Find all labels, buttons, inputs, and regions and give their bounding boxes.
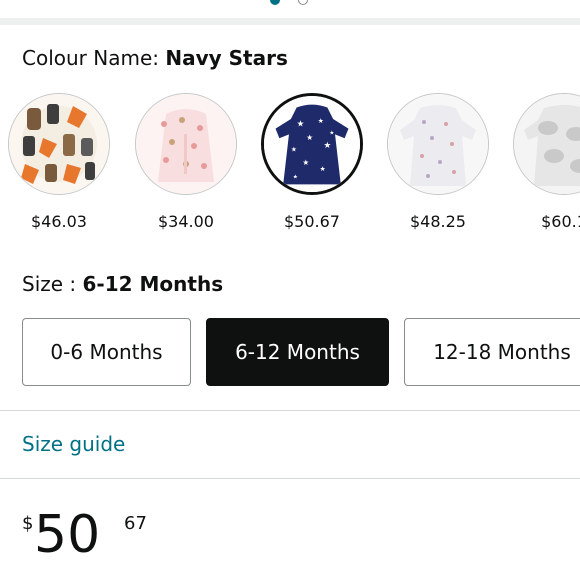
size-option-label: 0-6 Months: [50, 340, 163, 364]
grey-elephants-pattern-icon: [514, 94, 580, 194]
white-pattern-icon: [388, 94, 488, 194]
colour-swatch-price: $48.25: [410, 212, 466, 231]
colour-swatch-navy-stars[interactable]: ★ ★ ★ ★ ★ ★ ★ ★ ★: [261, 93, 363, 195]
price-currency-symbol: $: [22, 513, 34, 534]
size-option-6-12-months[interactable]: 6-12 Months: [206, 318, 389, 386]
size-option-label: 6-12 Months: [235, 340, 360, 364]
divider: [0, 410, 580, 411]
svg-text:★: ★: [293, 174, 298, 181]
svg-text:★: ★: [329, 129, 334, 136]
svg-text:★: ★: [318, 117, 324, 125]
size-option-label: 12-18 Months: [433, 340, 571, 364]
price-fraction: 67: [124, 513, 147, 534]
colour-swatch-white-pattern[interactable]: [387, 93, 489, 195]
svg-text:★: ★: [291, 146, 297, 154]
colour-swatch-woodland-animals[interactable]: [8, 93, 110, 195]
colour-swatch-grey-elephants[interactable]: [513, 93, 580, 195]
svg-text:★: ★: [302, 158, 309, 167]
svg-text:★: ★: [324, 141, 332, 151]
image-carousel-dots: [0, 0, 580, 7]
carousel-dot-active[interactable]: [270, 0, 280, 5]
size-option-12-18-months[interactable]: 12-18 Months: [404, 318, 580, 386]
colour-name-value: Navy Stars: [165, 46, 288, 70]
svg-text:★: ★: [320, 165, 326, 173]
price-whole: 50: [34, 505, 101, 565]
colour-swatch-pink-pattern[interactable]: [135, 93, 237, 195]
colour-swatch-price: $34.00: [158, 212, 214, 231]
carousel-dot[interactable]: [298, 0, 308, 5]
product-options-page: Colour Name: Navy Stars $46.03 $34.00 ★ …: [0, 0, 580, 580]
divider: [0, 478, 580, 479]
colour-swatch-price: $46.03: [31, 212, 87, 231]
size-label: Size :: [22, 272, 83, 296]
svg-text:★: ★: [306, 133, 313, 142]
size-guide-link[interactable]: Size guide: [22, 432, 125, 456]
section-divider-band: [0, 18, 580, 25]
colour-name-row: Colour Name: Navy Stars: [22, 46, 288, 70]
size-row: Size : 6-12 Months: [22, 272, 223, 296]
size-option-0-6-months[interactable]: 0-6 Months: [22, 318, 191, 386]
navy-stars-pattern-icon: ★ ★ ★ ★ ★ ★ ★ ★ ★: [264, 96, 360, 192]
colour-name-label: Colour Name:: [22, 46, 166, 70]
size-value: 6-12 Months: [82, 272, 224, 296]
colour-swatch-price: $50.67: [284, 212, 340, 231]
colour-swatch-price: $60.1: [541, 212, 580, 231]
woodland-animals-pattern-icon: [9, 94, 109, 194]
pink-pattern-icon: [136, 94, 236, 194]
svg-text:★: ★: [297, 120, 305, 130]
